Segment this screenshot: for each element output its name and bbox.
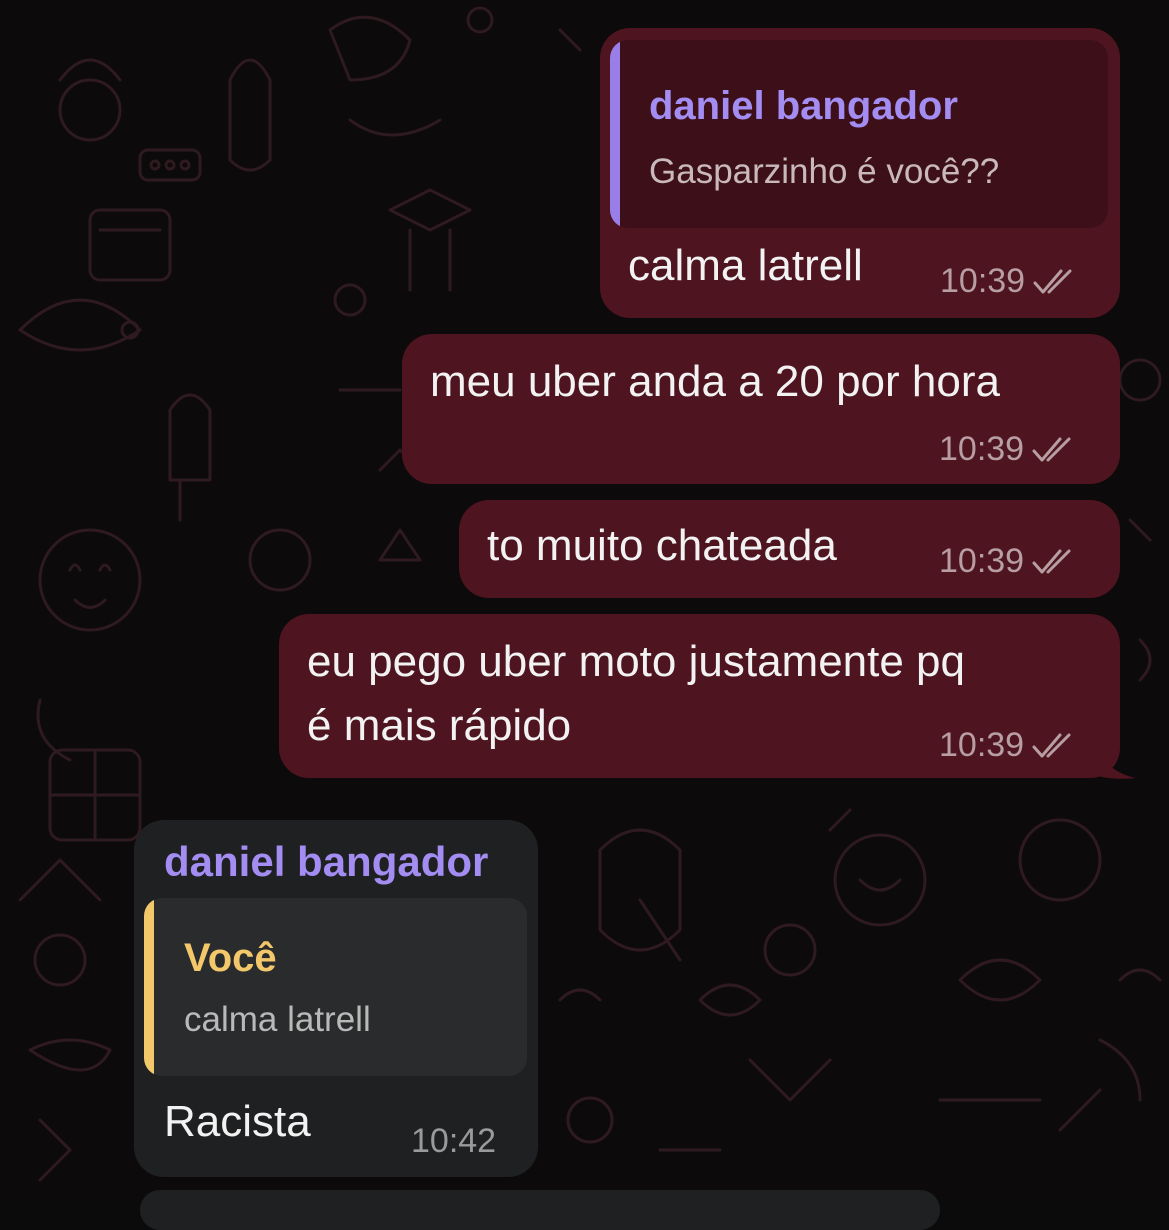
message-meta: 10:39 bbox=[940, 262, 1079, 301]
message-text: to muito chateada bbox=[487, 521, 837, 570]
message-meta: 10:39 bbox=[939, 430, 1078, 469]
reply-preview[interactable]: daniel bangador Gasparzinho é você?? bbox=[610, 40, 1108, 228]
message-time: 10:39 bbox=[940, 262, 1026, 300]
message-time: 10:39 bbox=[939, 542, 1025, 580]
reply-sender-name: daniel bangador bbox=[649, 84, 958, 128]
reply-accent-bar bbox=[144, 898, 154, 1076]
message-time: 10:39 bbox=[939, 430, 1025, 468]
message-text: calma latrell bbox=[628, 241, 863, 290]
message-time: 10:39 bbox=[939, 726, 1025, 764]
message-bubble-incoming[interactable]: daniel bangador Você calma latrell Racis… bbox=[134, 820, 538, 1177]
message-bubble-outgoing[interactable]: meu uber anda a 20 por hora 10:39 bbox=[402, 334, 1120, 484]
double-check-icon bbox=[1032, 733, 1071, 757]
message-time: 10:42 bbox=[411, 1122, 497, 1160]
message-text: meu uber anda a 20 por hora bbox=[430, 357, 1000, 406]
double-check-icon bbox=[1032, 437, 1071, 461]
message-bubble-outgoing[interactable]: daniel bangador Gasparzinho é você?? cal… bbox=[600, 28, 1120, 318]
message-meta: 10:42 bbox=[411, 1122, 496, 1161]
sender-name[interactable]: daniel bangador bbox=[164, 838, 488, 886]
message-text: Racista bbox=[164, 1097, 311, 1146]
reply-message-text: calma latrell bbox=[184, 1000, 371, 1039]
message-text-line-2: é mais rápido bbox=[307, 701, 572, 750]
message-meta: 10:39 bbox=[939, 542, 1078, 581]
reply-sender-name: Você bbox=[184, 936, 277, 980]
message-bubble-outgoing[interactable]: eu pego uber moto justamente pq é mais r… bbox=[279, 614, 1120, 778]
message-bubble-incoming-partial[interactable] bbox=[140, 1190, 940, 1230]
reply-preview[interactable]: Você calma latrell bbox=[144, 898, 527, 1076]
message-text-line-1: eu pego uber moto justamente pq bbox=[307, 637, 966, 686]
message-bubble-outgoing[interactable]: to muito chateada 10:39 bbox=[459, 500, 1120, 598]
reply-accent-bar bbox=[610, 40, 620, 228]
message-meta: 10:39 bbox=[939, 726, 1078, 765]
double-check-icon bbox=[1032, 549, 1071, 573]
bubble-tail bbox=[1090, 740, 1136, 779]
reply-message-text: Gasparzinho é você?? bbox=[649, 152, 1000, 191]
double-check-icon bbox=[1033, 269, 1072, 293]
